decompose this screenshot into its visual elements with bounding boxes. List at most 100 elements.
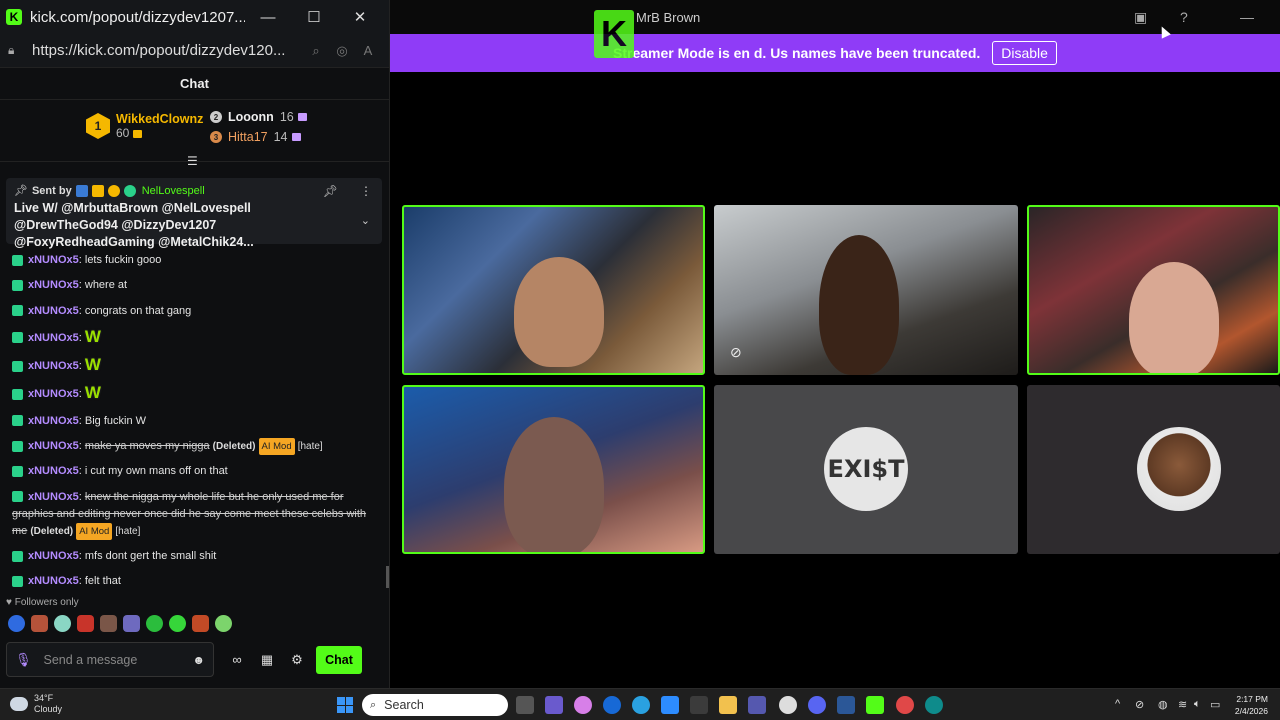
chat-scrollbar[interactable] [386,566,389,588]
minimize-button[interactable]: — [245,0,291,34]
emote-4[interactable] [77,615,94,632]
pinned-sender[interactable]: NelLovespell [142,185,205,197]
emote-9[interactable] [192,615,209,632]
leaderboard-third[interactable]: 3 Hitta17 14 [210,130,301,144]
windows-start-icon[interactable] [337,697,353,713]
w-emote-icon[interactable]: W [85,384,107,404]
deleted-label: (Deleted) [30,525,74,537]
video-tile-3[interactable] [1027,205,1280,375]
unpin-icon[interactable]: 📌︎ [323,184,338,198]
emote-1[interactable] [8,615,25,632]
chat-message: xNUNOx5: W [12,384,372,404]
volume-icon[interactable]: 🔈︎ [1194,698,1201,711]
more-options-icon[interactable]: ⋮ [360,184,372,198]
chat-username[interactable]: xNUNOx5 [28,415,79,427]
url-field[interactable]: https://kick.com/popout/dizzydev120... [32,42,303,59]
ai-mod-badge: AI Mod [258,438,295,456]
microphone-icon[interactable]: 🎙︎ [15,652,32,668]
chat-message-text: Big fuckin W [84,414,147,427]
taskbar-clock[interactable]: 2:17 PM 2/4/2026 [1228,693,1268,717]
subscriber-badge-icon [12,575,23,587]
verified-badge-icon [123,184,136,197]
emote-6[interactable] [123,615,140,632]
task-view-icon[interactable] [516,696,534,714]
emote-5[interactable] [100,615,117,632]
gift-box-icon[interactable]: ▦ [252,652,282,668]
settings-app-icon[interactable] [779,696,797,714]
copilot-icon[interactable] [574,696,592,714]
minimize-main-icon[interactable]: — [1240,9,1254,25]
read-aloud-icon[interactable]: A [355,43,381,58]
maps-icon[interactable] [896,696,914,714]
wifi-icon[interactable]: ≋ [1178,698,1187,711]
store-icon[interactable] [690,696,708,714]
send-chat-button[interactable]: Chat [316,645,362,674]
emote-10[interactable] [215,615,232,632]
battery-icon[interactable]: ▭ [1210,698,1220,711]
chat-username[interactable]: xNUNOx5 [28,440,79,452]
taskbar-search[interactable]: ⌕ Search [362,694,508,716]
edge-dev-icon[interactable] [632,696,650,714]
search-icon: ⌕ [370,698,377,711]
emoji-icon[interactable]: ☻ [192,653,205,667]
w-emote-icon[interactable]: W [85,328,107,348]
help-icon[interactable]: ? [1180,9,1188,25]
chat-username[interactable]: xNUNOx5 [28,550,79,562]
chat-username[interactable]: xNUNOx5 [28,279,79,291]
settings-gear-icon[interactable]: ⚙ [282,652,312,668]
zoom-icon[interactable]: ⌕ [303,43,329,59]
kick-app-icon[interactable] [866,696,884,714]
infinity-icon[interactable]: ∞ [222,652,252,667]
subscriber-badge-icon [12,332,23,344]
chat-username[interactable]: xNUNOx5 [28,575,79,587]
emote-8[interactable] [169,615,186,632]
tray-icon[interactable]: ⊘ [1135,698,1144,711]
zoom-app-icon[interactable] [661,696,679,714]
file-explorer-icon[interactable] [719,696,737,714]
chat-username[interactable]: xNUNOx5 [28,305,79,317]
video-tile-5[interactable]: EXI$T [714,385,1018,554]
chat-username[interactable]: xNUNOx5 [28,388,79,400]
chat-message: xNUNOx5: i cut my own mans off on that [12,463,372,480]
emote-7[interactable] [146,615,163,632]
w-emote-icon[interactable]: W [85,356,107,376]
discord-icon[interactable] [808,696,826,714]
maximize-button[interactable]: ☐ [291,0,337,34]
app-icon[interactable] [837,696,855,714]
chat-username[interactable]: xNUNOx5 [28,491,79,503]
collapse-leaderboard-icon[interactable]: ☰ [187,154,198,168]
video-tile-1[interactable] [402,205,705,375]
close-button[interactable]: ✕ [337,0,383,34]
followers-only-indicator: ♥ Followers only [6,597,79,608]
emote-3[interactable] [54,615,71,632]
video-tile-4[interactable] [402,385,705,554]
chat-message-text: make ya moves my nigga [84,440,210,453]
gift-icon [297,113,307,121]
disable-streamer-mode-button[interactable]: Disable [992,41,1057,65]
chat-username[interactable]: xNUNOx5 [28,360,79,372]
leaderboard-first[interactable]: 1 WikkedClownz 60 [86,112,203,140]
weather-widget[interactable]: 34°F Cloudy [10,693,62,715]
record-screen-icon[interactable]: ▣ [1134,9,1147,26]
subscriber-badge-icon [12,360,23,372]
message-input[interactable]: 🎙︎ Send a message ☻ [6,642,214,677]
chat-username[interactable]: xNUNOx5 [28,254,79,266]
widgets-icon[interactable] [545,696,563,714]
chat-message: xNUNOx5: W [12,356,372,376]
video-tile-2[interactable]: ⊘ [714,205,1018,375]
moderation-flag: [hate] [115,525,141,537]
tray-chevron-icon[interactable]: ^ [1115,698,1120,710]
emote-2[interactable] [31,615,48,632]
hp-icon[interactable] [603,696,621,714]
chat-username[interactable]: xNUNOx5 [28,332,79,344]
leaderboard-second[interactable]: 2 Looonn 16 [210,110,307,124]
chevron-down-icon[interactable]: ⌄ [361,214,370,227]
video-tile-6[interactable] [1027,385,1280,554]
teams-icon[interactable] [748,696,766,714]
leaderboard-second-count: 16 [279,110,294,124]
subscriber-badge-icon [12,254,23,266]
edge-icon[interactable] [925,696,943,714]
tracking-prevention-icon[interactable]: ◎ [329,43,355,59]
tray-icon-2[interactable]: ◍ [1158,698,1168,711]
chat-username[interactable]: xNUNOx5 [28,465,79,477]
